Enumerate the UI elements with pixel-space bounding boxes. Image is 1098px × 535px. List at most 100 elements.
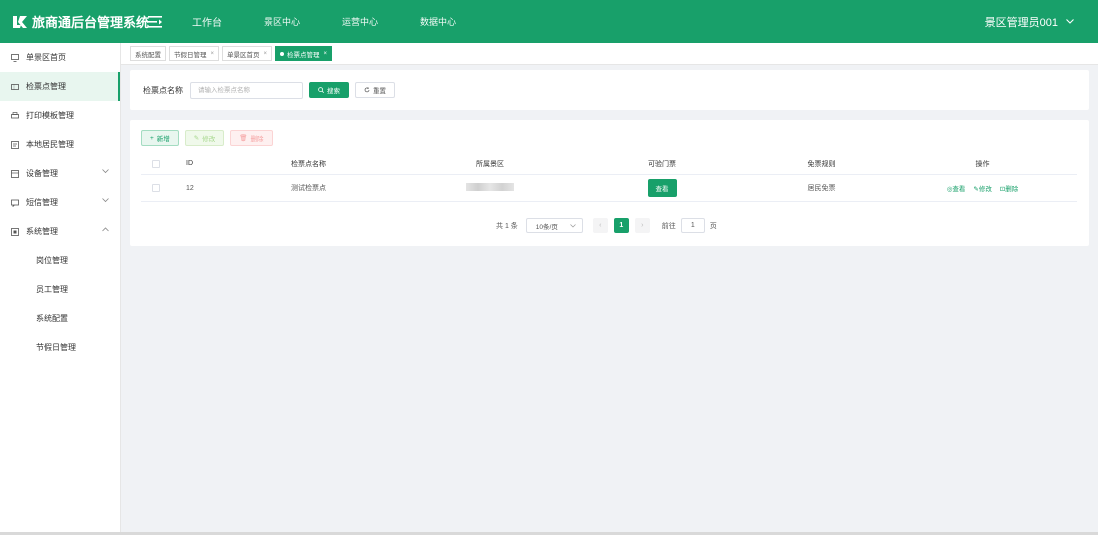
id-card-icon	[11, 140, 19, 149]
sidebar-item-label: 检票点管理	[26, 82, 66, 91]
search-label: 检票点名称	[143, 85, 183, 95]
close-icon[interactable]: ×	[324, 51, 328, 57]
tab-holidays[interactable]: 节假日管理 ×	[169, 46, 220, 61]
sidebar-item-label: 单景区首页	[26, 53, 66, 62]
tab-label: 单景区首页	[227, 51, 260, 59]
user-menu[interactable]: 景区管理员001	[985, 0, 1074, 43]
active-dot-icon	[280, 51, 285, 56]
trash-icon: 🗑	[239, 135, 248, 142]
row-view-link[interactable]: ◎查看	[947, 186, 966, 193]
page-size-select[interactable]: 10条/页	[525, 218, 583, 233]
sidebar-item-sms[interactable]: 短信管理	[0, 188, 120, 217]
row-delete-label: 删除	[1005, 186, 1019, 193]
sidebar-subitem-positions[interactable]: 岗位管理	[0, 246, 120, 275]
goto-page-input[interactable]: 1	[680, 218, 705, 233]
table-toolbar: + 新增 ✎ 修改 🗑 删除	[141, 130, 279, 146]
sidebar-item-label: 设备管理	[26, 169, 58, 178]
tab-system-config[interactable]: 系统配置	[130, 46, 166, 61]
cell-tickets: 查看	[569, 179, 755, 197]
chevron-down-icon	[102, 169, 109, 174]
tab-checkpoint[interactable]: 检票点管理 ×	[275, 46, 333, 61]
add-button-label: 新增	[156, 136, 170, 143]
sidebar-item-print-template[interactable]: 打印模板管理	[0, 101, 120, 130]
nav-scenic-center[interactable]: 景区中心	[264, 15, 300, 28]
sidebar-item-residents[interactable]: 本地居民管理	[0, 130, 120, 159]
sidebar-item-label: 打印模板管理	[26, 111, 74, 120]
column-header-scenic-area: 所属景区	[476, 160, 504, 168]
tab-home[interactable]: 单景区首页 ×	[222, 46, 273, 61]
menu-toggle-icon[interactable]	[148, 15, 162, 28]
ticket-icon	[11, 83, 19, 90]
goto-label: 前往	[661, 222, 676, 230]
logo-icon	[13, 15, 27, 28]
total-count: 共 1 条	[496, 222, 518, 230]
delete-button-label: 删除	[250, 136, 264, 143]
cell-scenic-area	[411, 183, 569, 193]
cell-id: 12	[186, 184, 194, 192]
plus-icon: +	[150, 134, 154, 142]
tab-label: 检票点管理	[287, 51, 320, 59]
page-number-current[interactable]: 1	[613, 218, 629, 233]
sidebar-item-system[interactable]: 系统管理	[0, 217, 120, 246]
delete-button[interactable]: 🗑 删除	[230, 130, 273, 146]
sidebar-item-checkpoint[interactable]: 检票点管理	[0, 72, 120, 101]
chevron-down-icon	[102, 198, 109, 203]
row-delete-link[interactable]: ⊡删除	[1000, 186, 1018, 193]
reset-button-label: 重置	[373, 88, 386, 95]
edit-button[interactable]: ✎ 修改	[184, 130, 225, 146]
column-header-actions: 操作	[975, 160, 990, 168]
pagination: 共 1 条 10条/页 ‹ 1 › 前往 1 页	[496, 218, 717, 233]
row-checkbox-cell	[141, 184, 171, 192]
view-tickets-button[interactable]: 查看	[647, 179, 677, 197]
table-row: 12 测试检票点 查看 居民免票 ◎查看 ✎修改 ⊡删除	[141, 175, 1077, 202]
nav-operation-center[interactable]: 运营中心	[342, 15, 378, 28]
sidebar-subitem-staff[interactable]: 员工管理	[0, 275, 120, 304]
refresh-icon	[364, 87, 370, 93]
checkpoint-name-input[interactable]	[190, 81, 303, 99]
user-name: 景区管理员001	[984, 16, 1058, 29]
top-nav: 工作台 景区中心 运营中心 数据中心	[192, 14, 498, 29]
chevron-down-icon	[570, 224, 576, 228]
tab-bar: 系统配置 节假日管理 × 单景区首页 × 检票点管理 ×	[121, 43, 1098, 65]
search-button-label: 搜索	[327, 88, 340, 95]
chevron-up-icon	[102, 227, 109, 232]
tab-label: 系统配置	[135, 51, 161, 59]
row-edit-link[interactable]: ✎修改	[973, 186, 991, 193]
sidebar: 单景区首页 检票点管理 打印模板管理 本地居民管理 设备管理 短信管理 系统管理…	[0, 43, 121, 535]
cell-name: 测试检票点	[291, 185, 326, 192]
close-icon[interactable]: ×	[264, 51, 268, 57]
row-checkbox[interactable]	[152, 184, 160, 192]
cell-actions: ◎查看 ✎修改 ⊡删除	[888, 183, 1077, 193]
chevron-right-icon: ›	[641, 222, 644, 229]
message-icon	[11, 199, 19, 207]
close-icon[interactable]: ×	[211, 51, 215, 57]
nav-workbench[interactable]: 工作台	[192, 14, 222, 29]
sidebar-item-devices[interactable]: 设备管理	[0, 159, 120, 188]
prev-page-button[interactable]: ‹	[592, 218, 608, 233]
top-header: 旅商通后台管理系统 工作台 景区中心 运营中心 数据中心 景区管理员001	[0, 0, 1098, 43]
select-all-checkbox[interactable]	[152, 159, 160, 168]
app-title: 旅商通后台管理系统	[32, 15, 150, 30]
column-header-id: ID	[186, 160, 193, 167]
sidebar-subitem-holidays[interactable]: 节假日管理	[0, 333, 120, 362]
app-logo[interactable]: 旅商通后台管理系统	[0, 12, 160, 31]
search-button[interactable]: 搜索	[309, 82, 349, 98]
device-icon	[11, 169, 19, 178]
reset-button[interactable]: 重置	[355, 82, 395, 98]
sidebar-item-label: 本地居民管理	[26, 140, 74, 149]
checkpoint-table: ID 检票点名称 所属景区 可验门票 免票规则 操作 12 测试检票点 查看 居…	[141, 153, 1077, 202]
table-header-row: ID 检票点名称 所属景区 可验门票 免票规则 操作	[141, 153, 1077, 175]
row-view-label: 查看	[952, 186, 966, 193]
nav-data-center[interactable]: 数据中心	[420, 15, 456, 28]
sidebar-item-home[interactable]: 单景区首页	[0, 43, 120, 72]
header-checkbox-cell	[141, 159, 171, 168]
edit-button-label: 修改	[202, 136, 216, 143]
column-header-name: 检票点名称	[291, 160, 326, 168]
search-panel: 检票点名称 搜索 重置	[130, 70, 1089, 110]
next-page-button[interactable]: ›	[634, 218, 650, 233]
search-icon	[318, 87, 324, 93]
cell-free-rule: 居民免票	[807, 185, 836, 192]
add-button[interactable]: + 新增	[141, 130, 179, 146]
printer-icon	[11, 111, 19, 118]
sidebar-subitem-config[interactable]: 系统配置	[0, 304, 120, 333]
